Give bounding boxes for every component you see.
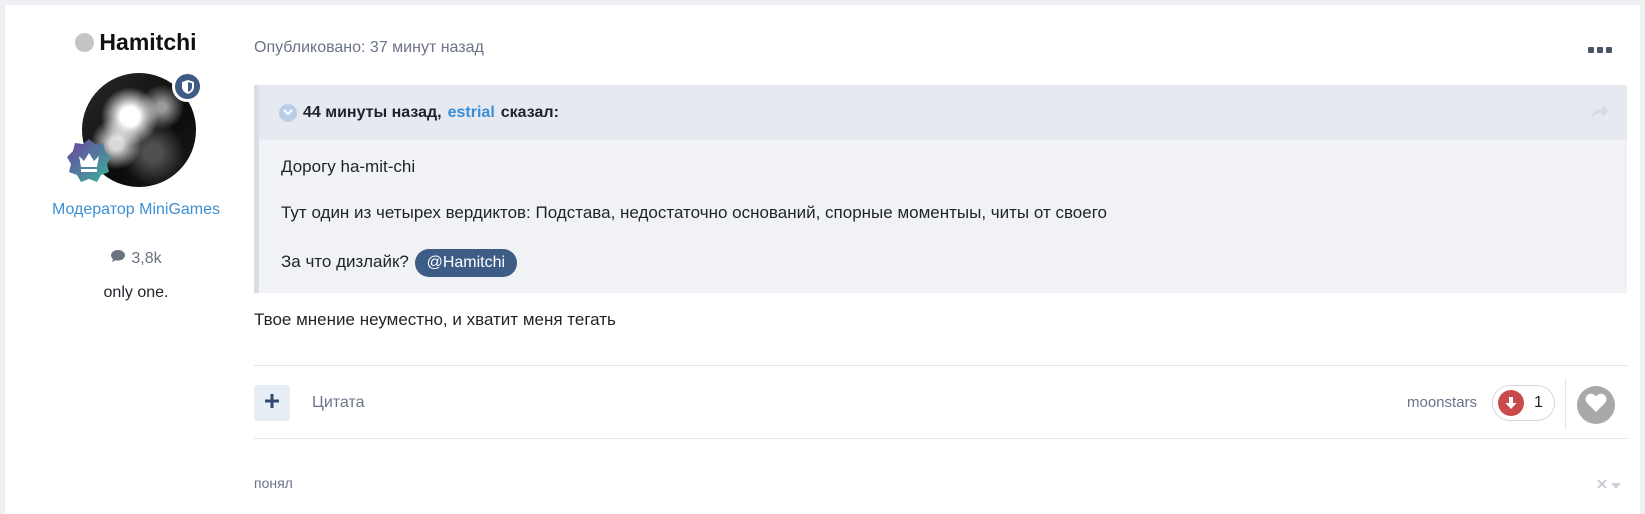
like-button[interactable] [1577, 386, 1615, 424]
status-dot-icon [75, 33, 95, 52]
author-name[interactable]: Hamitchi [99, 29, 196, 56]
post-body-text: Твое мнение неуместно, и хватит меня тег… [254, 310, 616, 329]
divider [254, 365, 1627, 366]
quote-line: Дорогу ha-mit-chi [281, 157, 416, 176]
shield-icon [172, 71, 203, 102]
avatar-container [67, 71, 203, 187]
comment-icon [110, 249, 126, 268]
quote-line-last: За что дизлайк? @Hamitchi [281, 249, 1627, 277]
chevron-down-icon[interactable] [1611, 476, 1621, 494]
reaction-summary[interactable]: 1 [1492, 385, 1555, 421]
multiquote-add-button[interactable] [254, 385, 290, 421]
quote-block: 44 минуты назад, estrial сказал: Дорогу … [254, 85, 1627, 293]
reaction-count: 1 [1534, 394, 1543, 411]
quote-author-link[interactable]: estrial [448, 104, 495, 122]
scrollbar[interactable] [1640, 0, 1645, 514]
post-card: Hamitchi Модератор MiniGames 3,8k only o… [5, 5, 1640, 514]
quote-body: Дорогу ha-mit-chi Тут один из четырех ве… [259, 140, 1627, 277]
close-icon[interactable] [1597, 476, 1607, 494]
heart-icon [1585, 393, 1607, 418]
share-arrow-icon[interactable] [1589, 102, 1611, 122]
comment-text: понял [254, 475, 293, 491]
chevron-down-icon[interactable] [279, 103, 297, 122]
reaction-user[interactable]: moonstars [1407, 394, 1477, 411]
plus-icon [265, 393, 279, 413]
quote-line-text: За что дизлайк? [281, 252, 409, 271]
mention-link[interactable]: @Hamitchi [414, 249, 518, 277]
quote-time: 44 минуты назад, [303, 103, 442, 121]
post-count-value: 3,8k [131, 249, 162, 267]
quote-header: 44 минуты назад, estrial сказал: [259, 85, 1627, 140]
author-title: Модератор MiniGames [51, 201, 221, 218]
quote-line: Тут один из четырех вердиктов: Подстава,… [281, 203, 1107, 222]
thumbs-down-icon [1498, 390, 1524, 416]
signature: only one. [103, 284, 169, 301]
divider [1565, 378, 1566, 430]
post-meta[interactable]: Опубликовано: 37 минут назад [254, 39, 484, 57]
divider [254, 438, 1627, 439]
crown-icon [65, 137, 113, 185]
quote-said: сказал: [500, 103, 559, 121]
ellipsis-icon[interactable] [1587, 40, 1613, 60]
comment-controls[interactable] [1597, 476, 1621, 494]
quote-button[interactable]: Цитата [312, 394, 365, 412]
post-count: 3,8k [5, 249, 267, 268]
author-name-row: Hamitchi [5, 29, 267, 56]
